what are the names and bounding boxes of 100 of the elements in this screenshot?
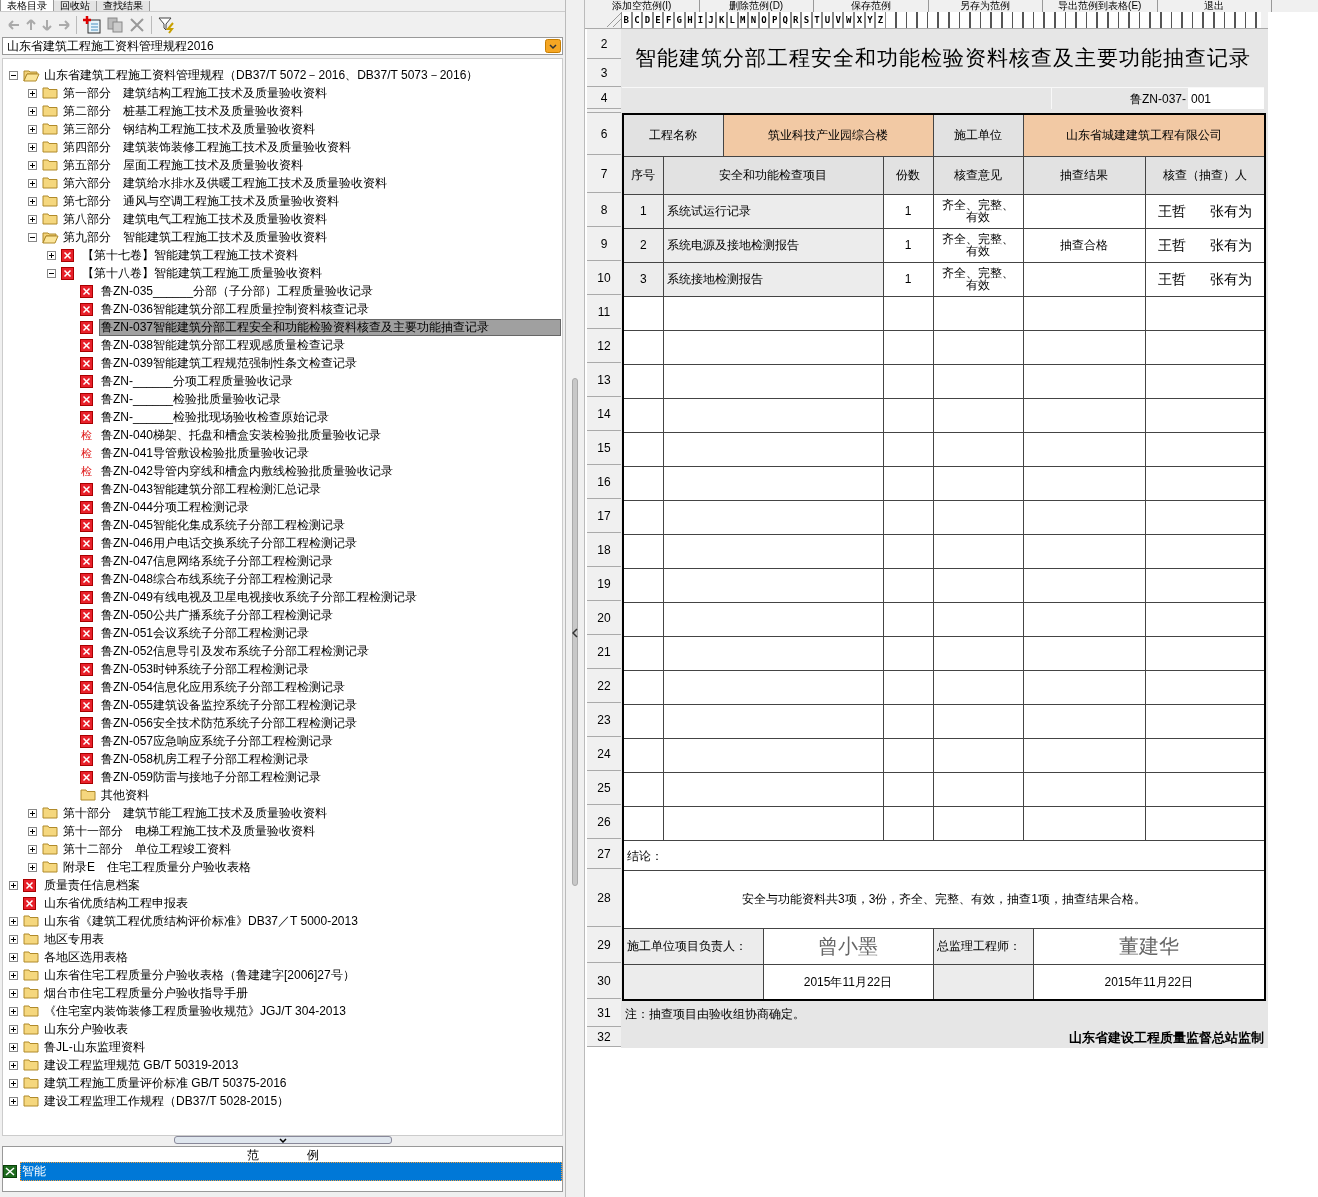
expand-icon[interactable] xyxy=(9,934,18,944)
tree-item[interactable]: 第一部分 建筑结构工程施工技术及质量验收资料 xyxy=(61,85,329,101)
tree-item[interactable]: 地区专用表 xyxy=(42,931,106,947)
expand-icon[interactable] xyxy=(28,214,37,224)
expand-icon[interactable] xyxy=(9,1078,18,1088)
tree-item[interactable]: 鲁ZN-046用户电话交换系统子分部工程检测记录 xyxy=(99,535,359,551)
tree-item[interactable]: 鲁JL-山东监理资料 xyxy=(42,1039,147,1055)
tree-item[interactable]: 山东省优质结构工程申报表 xyxy=(42,895,190,911)
expand-icon[interactable] xyxy=(9,1042,18,1052)
tree-item[interactable]: 第五部分 屋面工程施工技术及质量验收资料 xyxy=(61,157,305,173)
expand-icon[interactable] xyxy=(9,1024,18,1034)
tree-item[interactable]: 第二部分 桩基工程施工技术及质量验收资料 xyxy=(61,103,305,119)
expand-icon[interactable] xyxy=(9,1096,18,1106)
tree-item[interactable]: 山东省住宅工程质量分户验收表格（鲁建建字[2006]27号） xyxy=(42,967,357,983)
tree-item[interactable]: 第十部分 建筑节能工程施工技术及质量验收资料 xyxy=(61,805,329,821)
tree-item[interactable]: 鲁ZN-041导管敷设检验批质量验收记录 xyxy=(99,445,311,461)
tree-item[interactable]: 山东省《建筑工程优质结构评价标准》DB37／T 5000-2013 xyxy=(42,913,360,929)
tree-item[interactable]: 鲁ZN-______分项工程质量验收记录 xyxy=(99,373,296,389)
tree-item[interactable]: 各地区选用表格 xyxy=(42,949,130,965)
tree-item[interactable]: 鲁ZN-036智能建筑分部工程质量控制资料核查记录 xyxy=(99,301,371,317)
tree-item[interactable]: 建筑工程施工质量评价标准 GB/T 50375-2016 xyxy=(42,1075,289,1091)
tree-item[interactable]: 鲁ZN-059防雷与接地子分部工程检测记录 xyxy=(99,769,323,785)
tree-item[interactable]: 烟台市住宅工程质量分户验收指导手册 xyxy=(42,985,250,1001)
tree-item[interactable]: 鲁ZN-035______分部（子分部）工程质量验收记录 xyxy=(99,283,376,299)
tree-item[interactable]: 鲁ZN-048综合布线系统子分部工程检测记录 xyxy=(99,571,335,587)
tree-item[interactable]: 第九部分 智能建筑工程施工技术及质量验收资料 xyxy=(61,229,329,245)
tree-item[interactable]: 第六部分 建筑给水排水及供暖工程施工技术及质量验收资料 xyxy=(61,175,389,191)
tree-item[interactable]: 鲁ZN-038智能建筑分部工程观感质量检查记录 xyxy=(99,337,347,353)
legend-item[interactable]: 智能 xyxy=(20,1162,562,1181)
standard-dropdown[interactable]: 山东省建筑工程施工资料管理规程2016 xyxy=(2,37,563,55)
tree-item[interactable]: 鲁ZN-051会议系统子分部工程检测记录 xyxy=(99,625,311,641)
tree-item[interactable]: 第四部分 建筑装饰装修工程施工技术及质量验收资料 xyxy=(61,139,353,155)
tab[interactable]: 查找结果 xyxy=(97,1,150,11)
tree-item[interactable]: 建设工程监理工作规程（DB37/T 5028-2015） xyxy=(42,1093,292,1109)
tree-item[interactable]: 鲁ZN-058机房工程子分部工程检测记录 xyxy=(99,751,311,767)
expand-icon[interactable] xyxy=(9,970,18,980)
expand-icon[interactable] xyxy=(9,952,18,962)
tree-item[interactable]: 第八部分 建筑电气工程施工技术及质量验收资料 xyxy=(61,211,329,227)
tree-item[interactable]: 鲁ZN-043智能建筑分部工程检测汇总记录 xyxy=(99,481,323,497)
tree-item[interactable]: 《住宅室内装饰装修工程质量验收规范》JGJ/T 304-2013 xyxy=(42,1003,348,1019)
tree-item[interactable]: 鲁ZN-056安全技术防范系统子分部工程检测记录 xyxy=(99,715,359,731)
tree-item[interactable]: 鲁ZN-045智能化集成系统子分部工程检测记录 xyxy=(99,517,347,533)
collapse-left-icon[interactable] xyxy=(572,628,578,638)
tree-item[interactable]: 其他资料 xyxy=(99,787,151,803)
tree-item[interactable]: 质量责任信息档案 xyxy=(42,877,142,893)
tree-item[interactable]: 鲁ZN-040梯架、托盘和槽盒安装检验批质量验收记录 xyxy=(99,427,383,443)
tree-item[interactable]: 【第十七卷】智能建筑工程施工技术资料 xyxy=(80,247,300,263)
tree-item[interactable]: 山东分户验收表 xyxy=(42,1021,130,1037)
tree-item[interactable]: 第十一部分 电梯工程施工技术及质量验收资料 xyxy=(61,823,317,839)
tree-item[interactable]: 鲁ZN-______检验批质量验收记录 xyxy=(99,391,284,407)
table-cell: 齐全、完整、有效 xyxy=(933,228,1023,262)
filter-icon[interactable] xyxy=(158,15,176,34)
tree-item[interactable]: 鲁ZN-049有线电视及卫星电视接收系统子分部工程检测记录 xyxy=(99,589,419,605)
tree-item[interactable]: 山东省建筑工程施工资料管理规程（DB37/T 5072－2016、DB37/T 5073－2016） xyxy=(42,67,481,83)
expand-icon[interactable] xyxy=(9,916,18,926)
expand-icon[interactable] xyxy=(28,826,37,836)
tree-item[interactable]: 附录E 住宅工程质量分户验收表格 xyxy=(61,859,253,875)
tree-item[interactable]: 鲁ZN-055建筑设备监控系统子分部工程检测记录 xyxy=(99,697,359,713)
expand-icon[interactable] xyxy=(9,880,18,890)
tree-item[interactable]: 鲁ZN-______检验批现场验收检查原始记录 xyxy=(99,409,332,425)
expand-icon[interactable] xyxy=(28,142,37,152)
tree-item[interactable]: 鲁ZN-044分项工程检测记录 xyxy=(99,499,251,515)
expand-icon[interactable] xyxy=(28,160,37,170)
collapse-handle[interactable] xyxy=(173,1136,392,1144)
expand-icon[interactable] xyxy=(28,808,37,818)
expand-icon[interactable] xyxy=(28,106,37,116)
tree-item[interactable]: 鲁ZN-050公共广播系统子分部工程检测记录 xyxy=(99,607,335,623)
tree-item[interactable]: 鲁ZN-057应急响应系统子分部工程检测记录 xyxy=(99,733,335,749)
tree-item[interactable]: 鲁ZN-037智能建筑分部工程安全和功能检验资料核查及主要功能抽查记录 xyxy=(99,318,561,336)
form-code-field[interactable]: 001 xyxy=(1188,88,1264,109)
expand-icon[interactable] xyxy=(28,88,37,98)
expand-icon[interactable] xyxy=(9,1060,18,1070)
tree-item[interactable]: 第三部分 钢结构工程施工技术及质量验收资料 xyxy=(61,121,317,137)
new-document-icon[interactable] xyxy=(83,15,101,34)
tree-item[interactable]: 鲁ZN-042导管内穿线和槽盒内敷线检验批质量验收记录 xyxy=(99,463,395,479)
collapse-icon[interactable] xyxy=(47,268,56,278)
expand-icon[interactable] xyxy=(28,178,37,188)
tab[interactable]: 回收站 xyxy=(54,1,97,11)
expand-icon[interactable] xyxy=(47,250,56,260)
tree-item[interactable]: 鲁ZN-039智能建筑工程规范强制性条文检查记录 xyxy=(99,355,359,371)
tab[interactable]: 表格目录 xyxy=(0,0,54,11)
tree-item[interactable]: 第七部分 通风与空调工程施工技术及质量验收资料 xyxy=(61,193,341,209)
collapse-icon[interactable] xyxy=(28,232,37,242)
expand-icon[interactable] xyxy=(9,988,18,998)
expand-icon[interactable] xyxy=(28,844,37,854)
expand-icon[interactable] xyxy=(28,124,37,134)
chevron-down-icon xyxy=(278,1137,287,1143)
tree-item[interactable]: 第十二部分 单位工程竣工资料 xyxy=(61,841,233,857)
expand-icon[interactable] xyxy=(28,196,37,206)
tree-item[interactable]: 鲁ZN-047信息网络系统子分部工程检测记录 xyxy=(99,553,335,569)
tree-item[interactable]: 【第十八卷】智能建筑工程施工质量验收资料 xyxy=(80,265,324,281)
tree-item[interactable]: 建设工程监理规范 GB/T 50319-2013 xyxy=(42,1057,241,1073)
collapse-icon[interactable] xyxy=(9,70,18,80)
dropdown-icon[interactable] xyxy=(545,39,561,53)
scrollbar-thumb[interactable] xyxy=(572,378,578,886)
expand-icon[interactable] xyxy=(28,862,37,872)
tree-item[interactable]: 鲁ZN-052信息导引及发布系统子分部工程检测记录 xyxy=(99,643,371,659)
expand-icon[interactable] xyxy=(9,1006,18,1016)
tree-item[interactable]: 鲁ZN-054信息化应用系统子分部工程检测记录 xyxy=(99,679,347,695)
tree-item[interactable]: 鲁ZN-053时钟系统子分部工程检测记录 xyxy=(99,661,311,677)
